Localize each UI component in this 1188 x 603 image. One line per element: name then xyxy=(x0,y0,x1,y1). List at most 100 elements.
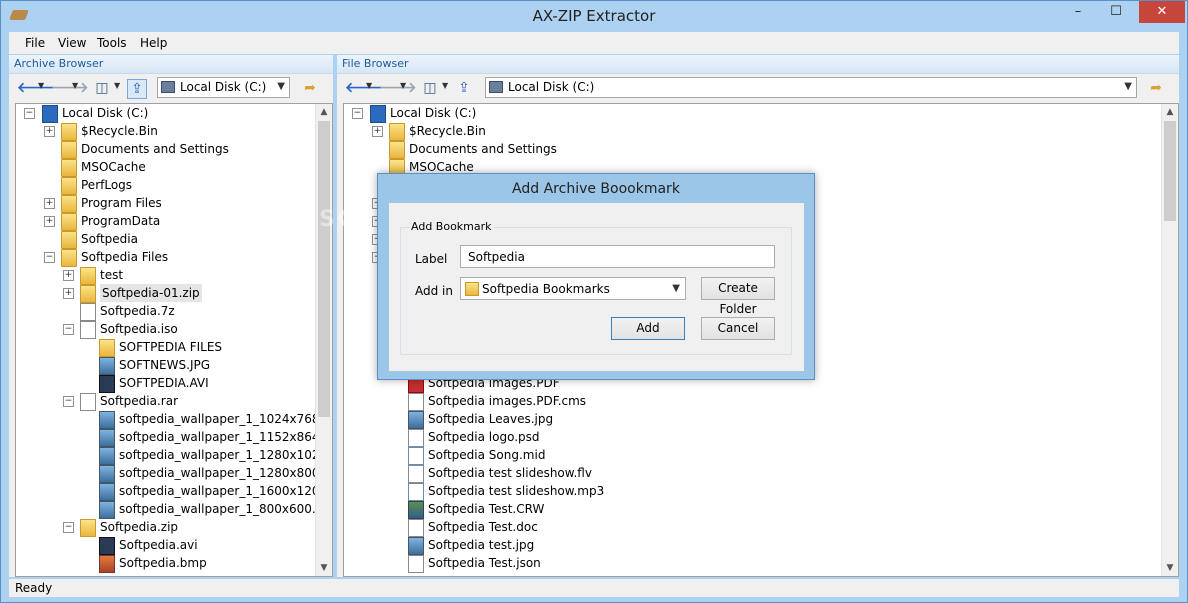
scroll-thumb[interactable] xyxy=(1164,121,1176,221)
tree-item[interactable]: Softpedia test slideshow.mp3 xyxy=(344,482,1178,501)
scroll-up-icon[interactable]: ▲ xyxy=(1162,104,1178,120)
cancel-button[interactable]: Cancel xyxy=(701,317,775,340)
tree-item[interactable]: softpedia_wallpaper_1_1280x800.jpg xyxy=(16,464,332,483)
audio-icon xyxy=(408,483,424,501)
go-to-folder-icon[interactable]: ➦ xyxy=(301,79,319,97)
back-dropdown-icon[interactable]: ▼ xyxy=(38,81,44,90)
file-tree-scrollbar[interactable]: ▲ ▼ xyxy=(1161,104,1178,576)
expand-icon[interactable]: + xyxy=(63,270,74,281)
tree-item[interactable]: SOFTPEDIA.AVI xyxy=(16,374,332,393)
menu-view[interactable]: View xyxy=(58,36,86,50)
tree-item[interactable]: Softpedia Test.CRW xyxy=(344,500,1178,519)
history-dropdown-icon[interactable]: ▼ xyxy=(114,81,120,90)
tree-item[interactable]: Softpedia Test.doc xyxy=(344,518,1178,537)
menu-help[interactable]: Help xyxy=(140,36,167,50)
archive-tree[interactable]: − Local Disk (C:) + $Recycle.Bin Documents a… xyxy=(15,103,333,577)
back-dropdown-icon[interactable]: ▼ xyxy=(366,81,372,90)
tree-item[interactable]: + $Recycle.Bin xyxy=(16,122,332,141)
tree-item[interactable]: + test xyxy=(16,266,332,285)
tree-item[interactable]: − Softpedia.zip xyxy=(16,518,332,537)
tree-item[interactable]: softpedia_wallpaper_1_1280x1024.jpg xyxy=(16,446,332,465)
tree-item[interactable]: Softpedia xyxy=(16,230,332,249)
close-button[interactable]: ✕ xyxy=(1139,1,1185,23)
scroll-down-icon[interactable]: ▼ xyxy=(1162,560,1178,576)
tree-item[interactable]: softpedia_wallpaper_1_1600x1200.jpg xyxy=(16,482,332,501)
forward-arrow-icon[interactable]: 🡒 xyxy=(51,79,89,97)
collapse-icon[interactable]: − xyxy=(63,522,74,533)
expand-icon[interactable]: + xyxy=(44,198,55,209)
create-folder-button[interactable]: Create Folder xyxy=(701,277,775,316)
back-arrow-icon[interactable]: 🡐 xyxy=(17,79,55,97)
back-arrow-icon[interactable]: 🡐 xyxy=(345,79,383,97)
file-icon xyxy=(408,465,424,483)
collapse-icon[interactable]: − xyxy=(44,252,55,263)
collapse-icon[interactable]: − xyxy=(63,324,74,335)
bmp-icon xyxy=(99,555,115,573)
go-to-folder-icon[interactable]: ➦ xyxy=(1147,79,1165,97)
scroll-thumb[interactable] xyxy=(318,121,330,417)
tree-item[interactable]: softpedia_wallpaper_1_800x600.jpg xyxy=(16,500,332,519)
expand-icon[interactable]: + xyxy=(44,216,55,227)
tree-item[interactable]: Documents and Settings xyxy=(16,140,332,159)
tree-item[interactable]: + ProgramData xyxy=(16,212,332,231)
history-icon[interactable]: ◫ xyxy=(93,79,111,97)
add-button[interactable]: Add xyxy=(611,317,685,340)
tree-item[interactable]: + $Recycle.Bin xyxy=(344,122,1178,141)
maximize-button[interactable]: ☐ xyxy=(1101,1,1131,23)
tree-item[interactable]: − Local Disk (C:) xyxy=(16,104,332,123)
expand-icon[interactable]: + xyxy=(44,126,55,137)
scroll-down-icon[interactable]: ▼ xyxy=(316,560,332,576)
tree-item[interactable]: − Softpedia.iso xyxy=(16,320,332,339)
folder-icon xyxy=(61,213,77,231)
tree-item[interactable]: Softpedia logo.psd xyxy=(344,428,1178,447)
tree-item[interactable]: Softpedia test.jpg xyxy=(344,536,1178,555)
forward-dropdown-icon[interactable]: ▼ xyxy=(72,81,78,90)
minimize-button[interactable]: – xyxy=(1063,1,1093,23)
scroll-up-icon[interactable]: ▲ xyxy=(316,104,332,120)
tree-item-label: Documents and Settings xyxy=(409,142,557,156)
bookmark-toggle-icon[interactable]: ⇪ xyxy=(127,79,147,99)
archive-drive-select[interactable]: Local Disk (C:) ▼ xyxy=(157,77,290,98)
expand-icon[interactable]: + xyxy=(372,126,383,137)
menu-file[interactable]: File xyxy=(25,36,45,50)
collapse-icon[interactable]: − xyxy=(24,108,35,119)
tree-item[interactable]: MSOCache xyxy=(16,158,332,177)
history-dropdown-icon[interactable]: ▼ xyxy=(442,81,448,90)
tree-item[interactable]: + Program Files xyxy=(16,194,332,213)
tree-item[interactable]: − Local Disk (C:) xyxy=(344,104,1178,123)
forward-arrow-icon[interactable]: 🡒 xyxy=(379,79,417,97)
tree-item[interactable]: Softpedia Leaves.jpg xyxy=(344,410,1178,429)
tree-item[interactable]: softpedia_wallpaper_1_1024x768.jpg xyxy=(16,410,332,429)
tree-item-label: Softpedia Song.mid xyxy=(428,448,546,462)
tree-item-label: Softpedia.zip xyxy=(100,520,179,534)
tree-item[interactable]: Softpedia images.PDF.cms xyxy=(344,392,1178,411)
tree-item[interactable]: Softpedia.7z xyxy=(16,302,332,321)
tree-item[interactable]: Softpedia test slideshow.flv xyxy=(344,464,1178,483)
tree-item[interactable]: Softpedia Test.json xyxy=(344,554,1178,573)
archive-tree-scrollbar[interactable]: ▲ ▼ xyxy=(315,104,332,576)
collapse-icon[interactable]: − xyxy=(63,396,74,407)
tree-item[interactable]: softpedia_wallpaper_1_1152x864.jpg xyxy=(16,428,332,447)
tree-item[interactable]: Softpedia Song.mid xyxy=(344,446,1178,465)
tree-item[interactable]: SOFTNEWS.JPG xyxy=(16,356,332,375)
file-drive-select[interactable]: Local Disk (C:) ▼ xyxy=(485,77,1137,98)
tree-item[interactable]: Softpedia.avi xyxy=(16,536,332,555)
label-input[interactable]: Softpedia xyxy=(460,245,775,268)
collapse-icon[interactable]: − xyxy=(352,108,363,119)
add-in-select[interactable]: Softpedia Bookmarks ▼ xyxy=(460,277,686,300)
file-icon xyxy=(408,555,424,573)
bookmark-toggle-icon[interactable]: ⇪ xyxy=(455,79,473,97)
tree-item[interactable]: Softpedia.bmp xyxy=(16,554,332,573)
tree-item[interactable]: − Softpedia Files xyxy=(16,248,332,267)
tree-item[interactable]: − Softpedia.rar xyxy=(16,392,332,411)
menu-tools[interactable]: Tools xyxy=(97,36,127,50)
expand-icon[interactable]: + xyxy=(63,288,74,299)
tree-item[interactable]: PerfLogs xyxy=(16,176,332,195)
tree-item[interactable]: + Softpedia-01.zip xyxy=(16,284,332,303)
image-icon xyxy=(99,411,115,429)
history-icon[interactable]: ◫ xyxy=(421,79,439,97)
tree-item[interactable]: SOFTPEDIA FILES xyxy=(16,338,332,357)
tree-item[interactable]: Documents and Settings xyxy=(344,140,1178,159)
folder-icon xyxy=(389,141,405,159)
forward-dropdown-icon[interactable]: ▼ xyxy=(400,81,406,90)
